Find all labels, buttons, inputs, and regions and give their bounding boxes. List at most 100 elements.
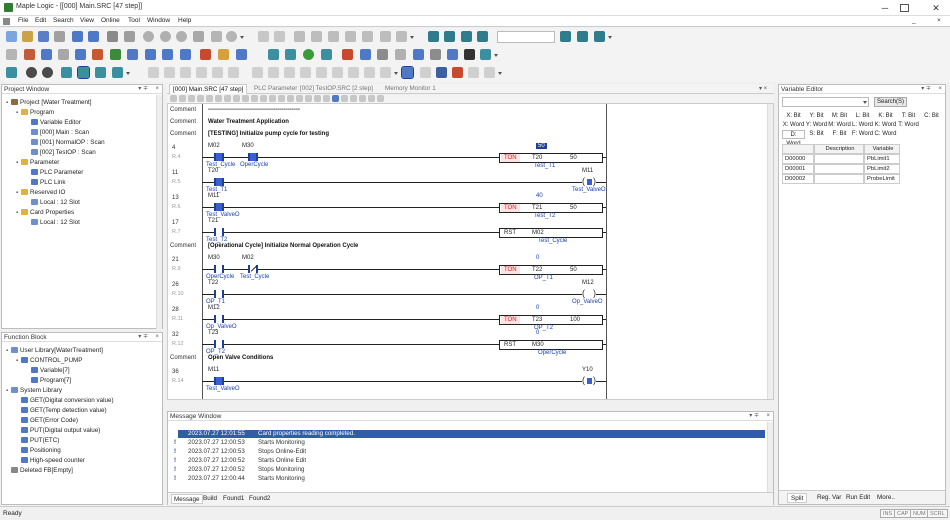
coil-set-icon[interactable] <box>284 67 295 78</box>
contact-nc-icon[interactable] <box>196 67 207 78</box>
tree-item[interactable]: ▪ System Library <box>6 387 62 394</box>
project-scrollbar[interactable] <box>156 95 162 329</box>
plc-stop-icon[interactable] <box>127 49 138 60</box>
message-scrollbar[interactable] <box>767 422 773 492</box>
plc-clock-icon[interactable] <box>180 49 191 60</box>
message-row[interactable]: ! 2023.07.27 12:00:52 Starts Online Edit <box>174 457 765 465</box>
vertical-line-icon[interactable] <box>364 67 375 78</box>
ladder-tool-15-icon[interactable] <box>296 95 303 102</box>
system-menu-icon[interactable] <box>3 18 10 25</box>
no-contact[interactable] <box>214 153 224 161</box>
table-cell[interactable] <box>814 164 864 174</box>
ladder-vertical-scrollbar[interactable] <box>767 104 773 399</box>
save-as-icon[interactable] <box>88 31 99 42</box>
tree-item[interactable]: [001] NormalOP : Scan <box>26 139 105 146</box>
pin-icon[interactable]: ▾ ∓ <box>138 333 148 342</box>
menu-file[interactable]: File <box>18 17 28 24</box>
table-cell[interactable]: D00000 <box>782 154 814 164</box>
plc-run-icon[interactable] <box>110 49 121 60</box>
read-plc-icon[interactable] <box>560 31 571 42</box>
ladder-tool-10-icon[interactable] <box>251 95 258 102</box>
output-coil[interactable] <box>582 375 596 385</box>
online-icon[interactable] <box>461 31 472 42</box>
tree-item[interactable]: ▪ Program <box>16 109 54 116</box>
device-type-button[interactable]: Y: Word <box>805 121 828 130</box>
rung-delete-icon[interactable] <box>484 67 495 78</box>
tree-item[interactable]: Program[7] <box>26 377 71 384</box>
rung-comment[interactable]: Open Valve Conditions <box>208 355 273 361</box>
no-contact[interactable] <box>214 228 224 236</box>
comment-view-icon[interactable] <box>112 67 123 78</box>
mdi-close-button[interactable]: × <box>937 17 941 24</box>
invert-icon[interactable] <box>380 67 391 78</box>
tab-build[interactable]: Build <box>203 494 217 504</box>
no-contact[interactable] <box>214 340 224 348</box>
delete-icon[interactable] <box>345 31 356 42</box>
print-preview-icon[interactable] <box>124 31 135 42</box>
tree-item[interactable]: GET(Digital conversion value) <box>16 397 114 404</box>
device-type-button[interactable]: F: Bit <box>828 130 851 139</box>
function-icon[interactable] <box>228 67 239 78</box>
no-contact[interactable] <box>214 377 224 385</box>
monitor-start-icon[interactable] <box>268 49 279 60</box>
insert-row-icon[interactable] <box>41 49 52 60</box>
compile-all-icon[interactable] <box>75 49 86 60</box>
device-type-button[interactable]: M: Bit <box>828 112 851 121</box>
coil-p-icon[interactable] <box>316 67 327 78</box>
ladder-tool-20-icon[interactable] <box>341 95 348 102</box>
io-scan-icon[interactable] <box>236 49 247 60</box>
tree-item[interactable]: ▪ User Library[WaterTreatment] <box>6 347 103 354</box>
ladder-tool-7-icon[interactable] <box>224 95 231 102</box>
tab-split[interactable]: Split <box>787 493 808 503</box>
ladder-tool-18-icon[interactable] <box>323 95 330 102</box>
ladder-tool-17-icon[interactable] <box>314 95 321 102</box>
tree-item[interactable]: High-speed counter <box>16 457 85 464</box>
function-box[interactable]: TON T21 50 <box>499 203 603 213</box>
connection-select[interactable] <box>497 31 555 43</box>
download-icon[interactable] <box>92 49 103 60</box>
function-box[interactable]: TON T23 100 <box>499 315 603 325</box>
ladder-view-icon[interactable] <box>77 66 90 79</box>
ladder-tool-21-icon[interactable] <box>350 95 357 102</box>
new-project-icon[interactable] <box>6 31 17 42</box>
trend-icon[interactable] <box>342 49 353 60</box>
rung-comment[interactable]: Water Treatment Application <box>208 119 289 125</box>
ladder-tool-5-icon[interactable] <box>206 95 213 102</box>
tree-item[interactable]: GET(Error Code) <box>16 417 78 424</box>
ladder-tool-6-icon[interactable] <box>215 95 222 102</box>
menu-online[interactable]: Online <box>101 17 120 24</box>
ladder-tool-24-icon[interactable] <box>377 95 384 102</box>
table-header[interactable]: Variable <box>864 144 900 154</box>
minimize-button[interactable]: ─ <box>878 2 892 14</box>
maximize-button[interactable] <box>900 4 909 12</box>
no-contact[interactable] <box>214 265 224 273</box>
tree-item[interactable]: Positioning <box>16 447 61 454</box>
pin-icon[interactable]: ▾ ∓ <box>138 85 148 94</box>
output-coil[interactable] <box>582 176 596 186</box>
horizontal-line-icon[interactable] <box>348 67 359 78</box>
system-monitor-icon[interactable] <box>395 49 406 60</box>
device-type-button[interactable]: X: Bit <box>782 112 805 121</box>
no-contact[interactable] <box>214 290 224 298</box>
device-select[interactable] <box>782 97 869 107</box>
rung-comment[interactable]: ----------------------------------------… <box>208 107 300 113</box>
chevron-down-icon[interactable] <box>608 36 612 40</box>
nc-contact[interactable] <box>248 265 258 273</box>
tab-reg-var[interactable]: Reg. Var <box>817 493 841 503</box>
zoom-out-icon[interactable] <box>42 67 53 78</box>
pin-icon[interactable]: ▾ ∓ <box>749 412 759 421</box>
menu-view[interactable]: View <box>80 17 94 24</box>
search-button[interactable]: Search(S) <box>874 97 907 107</box>
select-icon[interactable] <box>148 67 159 78</box>
rung-comment[interactable]: [TESTING] Initialize pump cycle for test… <box>208 131 329 137</box>
close-icon[interactable]: × <box>155 333 159 342</box>
table-header[interactable] <box>782 144 814 154</box>
ladder-editor[interactable]: Comment ---------------------------------… <box>167 103 774 400</box>
function-box[interactable]: TON T20 50 <box>499 153 603 163</box>
tree-item[interactable]: Local : 12 Slot <box>26 199 80 206</box>
menu-help[interactable]: Help <box>178 17 191 24</box>
ladder-tool-22-icon[interactable] <box>359 95 366 102</box>
tree-item[interactable]: ▪ Project [Water Treatment] <box>6 99 92 106</box>
tab-main-src[interactable]: [000] Main.SRC [47 step] <box>169 84 248 94</box>
output-coil[interactable] <box>582 288 596 298</box>
